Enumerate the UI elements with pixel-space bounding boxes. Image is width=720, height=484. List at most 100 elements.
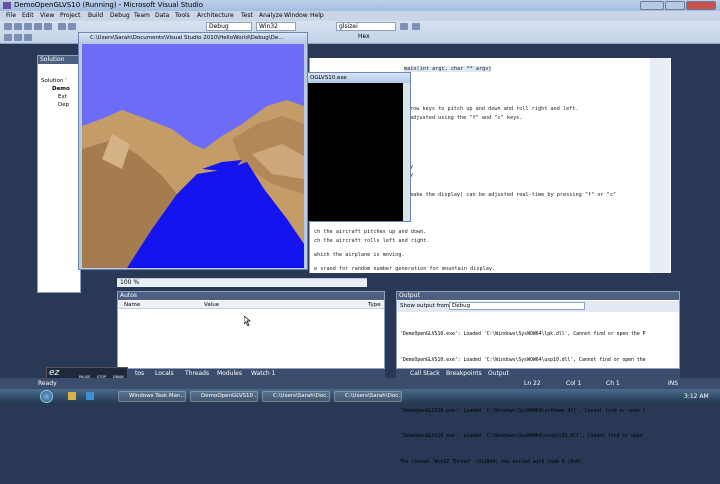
menu-help[interactable]: Help xyxy=(310,12,324,19)
status-ready: Ready xyxy=(38,380,57,387)
terrain-render xyxy=(82,44,304,268)
status-ins: INS xyxy=(668,380,679,387)
code-line: make the display) can be adjusted real-t… xyxy=(410,192,617,198)
tab-threads[interactable]: Threads xyxy=(185,370,209,377)
clock: 3:12 AM xyxy=(684,393,709,400)
show-output-label: Show output from: xyxy=(400,303,452,309)
menu-project[interactable]: Project xyxy=(60,12,81,19)
menu-edit[interactable]: Edit xyxy=(22,12,34,19)
menu-window[interactable]: Window xyxy=(284,12,308,19)
output-title: Output xyxy=(397,292,679,300)
code-line: which the airplane is moving. xyxy=(314,252,405,258)
console-window: OGLVS10.exe xyxy=(301,72,411,222)
maximize-button[interactable] xyxy=(665,1,685,10)
tab-watch1[interactable]: Watch 1 xyxy=(251,370,275,377)
tab-breakpoints[interactable]: Breakpoints xyxy=(446,370,482,377)
menu-view[interactable]: View xyxy=(40,12,54,19)
menu-analyze[interactable]: Analyze xyxy=(259,12,283,19)
zoom-level[interactable]: 100 % xyxy=(117,278,367,287)
task-demoopengl[interactable]: DemoOpenGLVS10 ... xyxy=(190,391,258,402)
console-scrollbar[interactable] xyxy=(403,83,410,221)
solution-explorer-title: Solution Explorer xyxy=(38,56,80,71)
taskbar: Windows Task Man... DemoOpenGLVS10 ... C… xyxy=(0,389,720,404)
output-line: 'DemoOpenGLVS10.exe': Loaded 'C:\Windows… xyxy=(400,357,646,363)
status-line: Ln 22 xyxy=(524,380,541,387)
output-line: 'DemoOpenGLVS10.exe': Loaded 'C:\Windows… xyxy=(400,434,643,439)
watermark-brand: ez xyxy=(49,368,60,378)
solution-explorer-icon[interactable] xyxy=(412,23,420,30)
save-all-icon[interactable] xyxy=(44,23,52,30)
status-col: Col 1 xyxy=(566,380,582,387)
opengl-window-title: C:\Users\Sarah\Documents\Visual Studio 2… xyxy=(79,33,307,44)
mouse-cursor-icon xyxy=(244,316,251,326)
menu-test[interactable]: Test xyxy=(241,12,253,19)
task-console-1[interactable]: C:\Users\Sarah\Doc... xyxy=(262,391,330,402)
autos-col-name[interactable]: Name xyxy=(124,302,140,308)
debug-tabs: tos Locals Threads Modules Watch 1 xyxy=(117,369,385,378)
task-windows-task-manager[interactable]: Windows Task Man... xyxy=(118,391,186,402)
minimize-button[interactable] xyxy=(640,1,664,10)
autos-col-value[interactable]: Value xyxy=(204,302,219,308)
window-title: DemoOpenGLVS10 (Running) - Microsoft Vis… xyxy=(14,1,204,9)
tree-project[interactable]: Demo xyxy=(52,86,70,92)
function-signature: main(int argc, char ** argv) xyxy=(404,66,492,72)
code-line: row keys to pitch up and down and roll r… xyxy=(410,106,579,112)
output-toolbar: Show output from: Debug xyxy=(397,301,679,312)
ie-quicklaunch-icon[interactable] xyxy=(86,392,94,400)
tree-solution[interactable]: Solution ' xyxy=(41,78,67,84)
tab-modules[interactable]: Modules xyxy=(217,370,242,377)
menu-debug[interactable]: Debug xyxy=(110,12,130,19)
add-item-icon[interactable] xyxy=(14,23,22,30)
menu-bar: File Edit View Project Build Debug Team … xyxy=(0,11,720,21)
copy-icon[interactable] xyxy=(68,23,76,30)
menu-file[interactable]: File xyxy=(6,12,16,19)
opengl-window: C:\Users\Sarah\Documents\Visual Studio 2… xyxy=(78,32,308,270)
tree-external[interactable]: Ext xyxy=(58,94,67,100)
terrain-viewport[interactable] xyxy=(82,44,304,268)
output-source-select[interactable]: Debug xyxy=(449,302,585,310)
menu-data[interactable]: Data xyxy=(155,12,169,19)
find-combo[interactable]: glsizei xyxy=(336,22,396,31)
new-project-icon[interactable] xyxy=(4,23,12,30)
tab-output[interactable]: Output xyxy=(488,370,509,377)
solution-explorer: Solution Explorer Solution ' Demo Ext De… xyxy=(37,55,81,293)
output-line: The thread 'Win32 Thread' (0x18d4) has e… xyxy=(400,459,585,465)
platform-select[interactable]: Win32 xyxy=(256,22,296,31)
continue-icon[interactable] xyxy=(4,34,12,41)
save-icon[interactable] xyxy=(34,23,42,30)
menu-architecture[interactable]: Architecture xyxy=(197,12,234,19)
hex-toggle[interactable]: Hex xyxy=(356,33,376,42)
cut-icon[interactable] xyxy=(58,23,66,30)
open-file-icon[interactable] xyxy=(24,23,32,30)
code-line: ch the aircraft rolls left and right. xyxy=(314,238,430,244)
visual-studio-icon xyxy=(3,2,11,9)
autos-title: Autos xyxy=(118,292,384,300)
output-line: 'DemoOpenGLVS10.exe': Loaded 'C:\Windows… xyxy=(400,332,646,337)
stop-icon[interactable] xyxy=(24,34,32,41)
editor-scrollbar[interactable] xyxy=(650,58,670,273)
code-line: e srand for random number generation for… xyxy=(314,266,496,272)
tree-dependencies[interactable]: Dep xyxy=(58,102,69,108)
close-button[interactable] xyxy=(686,1,716,10)
find-icon[interactable] xyxy=(400,23,408,30)
autos-header: Name Value Type xyxy=(118,301,384,309)
output-panel: Output Show output from: Debug 'DemoOpen… xyxy=(396,291,680,465)
menu-build[interactable]: Build xyxy=(88,12,103,19)
code-line: adjusted using the "f" and "c" keys. xyxy=(410,115,523,121)
menu-team[interactable]: Team xyxy=(134,12,150,19)
code-line: ch the aircraft pitches up and down. xyxy=(314,229,427,235)
tab-locals[interactable]: Locals xyxy=(155,370,174,377)
tab-call-stack[interactable]: Call Stack xyxy=(410,370,440,377)
menu-tools[interactable]: Tools xyxy=(175,12,190,19)
tab-autos[interactable]: tos xyxy=(135,370,144,377)
output-line: 'DemoOpenGLVS10.exe': Loaded 'C:\Windows… xyxy=(400,408,646,414)
autos-col-type[interactable]: Type xyxy=(368,302,381,308)
task-console-2[interactable]: C:\Users\Sarah\Doc... xyxy=(334,391,402,402)
config-select[interactable]: Debug xyxy=(206,22,252,31)
break-icon[interactable] xyxy=(14,34,22,41)
start-button[interactable] xyxy=(40,390,53,403)
title-bar: DemoOpenGLVS10 (Running) - Microsoft Vis… xyxy=(0,0,720,11)
explorer-quicklaunch-icon[interactable] xyxy=(68,392,76,400)
status-ch: Ch 1 xyxy=(606,380,620,387)
autos-panel: Autos Name Value Type xyxy=(117,291,385,369)
